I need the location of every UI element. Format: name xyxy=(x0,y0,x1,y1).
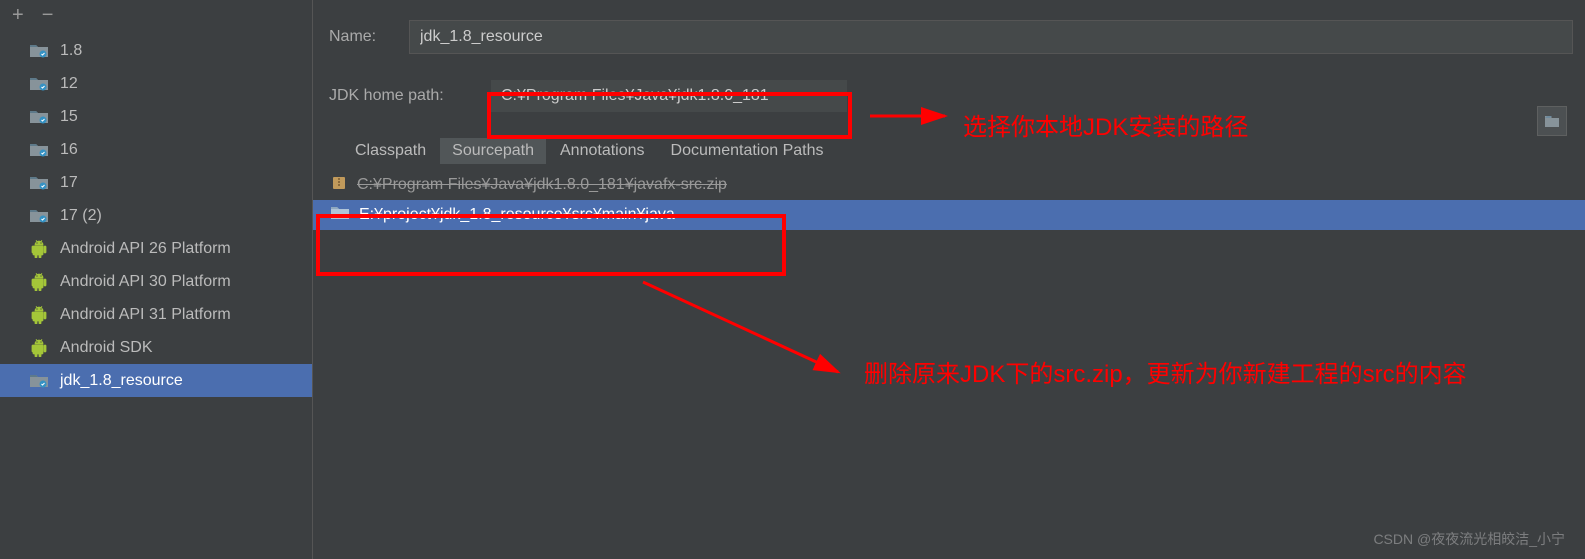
tree-item-label: 15 xyxy=(60,108,78,126)
tab-sourcepath[interactable]: Sourcepath xyxy=(440,138,546,164)
sdk-detail-panel: Name: JDK home path: ClasspathSourcepath… xyxy=(313,0,1585,559)
tree-item-label: Android API 31 Platform xyxy=(60,306,231,324)
tree-item-android-api-31-platform[interactable]: Android API 31 Platform xyxy=(0,298,312,331)
list-item[interactable]: E:¥project¥jdk_1.8_resource¥src¥main¥jav… xyxy=(313,200,1585,230)
archive-icon xyxy=(331,176,347,195)
folder-icon xyxy=(28,207,50,225)
folder-icon xyxy=(28,108,50,126)
tree-item-jdk-1-8-resource[interactable]: jdk_1.8_resource xyxy=(0,364,312,397)
jdk-home-label: JDK home path: xyxy=(329,87,491,105)
tree-item-16[interactable]: 16 xyxy=(0,133,312,166)
tree-item-12[interactable]: 12 xyxy=(0,67,312,100)
tree-item-15[interactable]: 15 xyxy=(0,100,312,133)
tree-item-17[interactable]: 17 xyxy=(0,166,312,199)
tree-item-label: Android API 30 Platform xyxy=(60,273,231,291)
tree-item-label: 16 xyxy=(60,141,78,159)
name-label: Name: xyxy=(329,28,409,46)
folder-icon xyxy=(28,42,50,60)
folder-icon xyxy=(28,75,50,93)
folder-icon xyxy=(28,141,50,159)
tree-item-label: 1.8 xyxy=(60,42,82,60)
tree-item-label: 12 xyxy=(60,75,78,93)
tab-classpath[interactable]: Classpath xyxy=(343,138,438,164)
list-item[interactable]: C:¥Program Files¥Java¥jdk1.8.0_181¥javaf… xyxy=(313,170,1585,200)
add-button[interactable]: + xyxy=(12,5,24,25)
name-input[interactable] xyxy=(409,20,1573,54)
sidebar-toolbar: + − xyxy=(0,0,312,30)
android-icon xyxy=(28,339,50,357)
android-icon xyxy=(28,273,50,291)
tree-item-17-2-[interactable]: 17 (2) xyxy=(0,199,312,232)
tree-item-android-sdk[interactable]: Android SDK xyxy=(0,331,312,364)
android-icon xyxy=(28,306,50,324)
tree-item-label: Android API 26 Platform xyxy=(60,240,231,258)
tab-documentation-paths[interactable]: Documentation Paths xyxy=(659,138,836,164)
tree-item-android-api-26-platform[interactable]: Android API 26 Platform xyxy=(0,232,312,265)
list-item-path: C:¥Program Files¥Java¥jdk1.8.0_181¥javaf… xyxy=(357,176,727,194)
jdk-home-input[interactable] xyxy=(491,80,847,112)
folder-icon xyxy=(28,174,50,192)
sdk-tabs: ClasspathSourcepathAnnotationsDocumentat… xyxy=(313,138,1585,164)
list-item-path: E:¥project¥jdk_1.8_resource¥src¥main¥jav… xyxy=(359,206,675,224)
tree-item-label: jdk_1.8_resource xyxy=(60,372,183,390)
sdk-sidebar: + − 1.8 12 15 16 17 17 (2) Android API 26 Plat… xyxy=(0,0,313,559)
browse-button[interactable] xyxy=(1537,106,1567,136)
sdk-tree: 1.8 12 15 16 17 17 (2) Android API 26 Platform… xyxy=(0,30,312,397)
tree-item-android-api-30-platform[interactable]: Android API 30 Platform xyxy=(0,265,312,298)
source-path-list: C:¥Program Files¥Java¥jdk1.8.0_181¥javaf… xyxy=(313,170,1585,230)
directory-icon xyxy=(331,206,349,225)
tree-item-label: Android SDK xyxy=(60,339,153,357)
tab-annotations[interactable]: Annotations xyxy=(548,138,657,164)
tree-item-1-8[interactable]: 1.8 xyxy=(0,34,312,67)
tree-item-label: 17 xyxy=(60,174,78,192)
remove-button[interactable]: − xyxy=(42,5,54,25)
watermark: CSDN @夜夜流光相皎洁_小宁 xyxy=(1373,529,1565,549)
android-icon xyxy=(28,240,50,258)
tree-item-label: 17 (2) xyxy=(60,207,102,225)
folder-icon xyxy=(28,372,50,390)
